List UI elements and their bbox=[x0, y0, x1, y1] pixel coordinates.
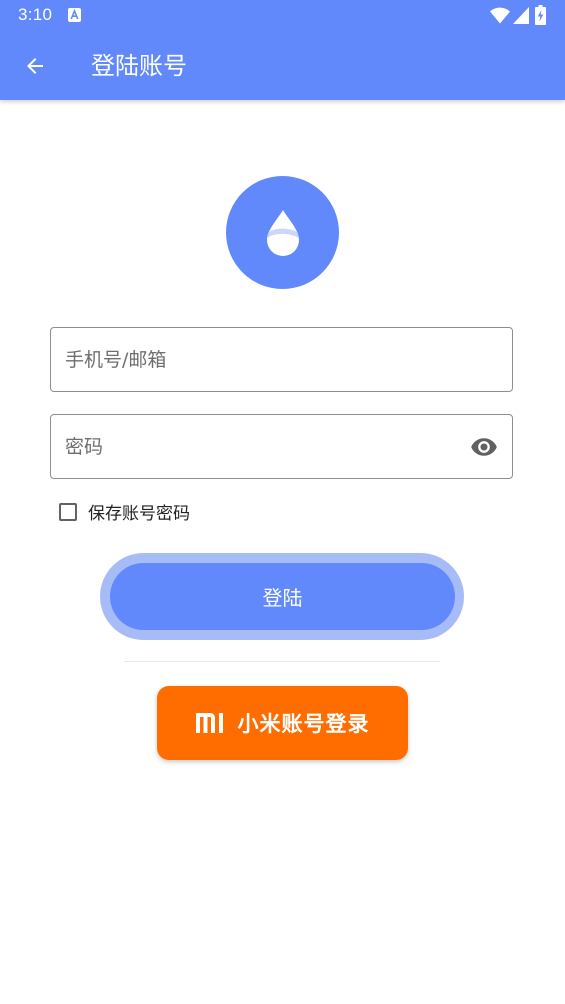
mi-account-login-button[interactable]: 小米账号登录 bbox=[157, 686, 408, 760]
eye-icon bbox=[471, 438, 497, 456]
toggle-password-visibility-button[interactable] bbox=[470, 433, 498, 461]
remember-checkbox[interactable] bbox=[59, 502, 77, 521]
status-time: 3:10 bbox=[18, 5, 53, 24]
water-drop-icon bbox=[266, 209, 299, 256]
back-button[interactable] bbox=[14, 46, 56, 86]
signal-icon bbox=[513, 7, 529, 24]
mi-logo-icon bbox=[195, 713, 223, 733]
wifi-icon bbox=[490, 7, 510, 24]
phone-email-input[interactable] bbox=[65, 328, 455, 391]
mi-login-label: 小米账号登录 bbox=[237, 712, 370, 736]
password-input[interactable] bbox=[65, 415, 455, 478]
remember-label: 保存账号密码 bbox=[88, 504, 190, 524]
remember-credentials[interactable]: 保存账号密码 bbox=[59, 499, 190, 524]
password-field[interactable] bbox=[50, 414, 513, 479]
arrow-back-icon bbox=[27, 58, 43, 74]
phone-email-field[interactable] bbox=[50, 327, 513, 392]
login-button[interactable]: 登陆 bbox=[110, 563, 455, 630]
app-logo bbox=[226, 176, 339, 289]
page-title: 登陆账号 bbox=[91, 52, 187, 80]
battery-charging-icon bbox=[535, 5, 546, 25]
app-bar: 3:10 登陆账号 bbox=[0, 0, 565, 100]
status-bar: 3:10 bbox=[0, 0, 565, 32]
notification-a-icon bbox=[68, 8, 81, 22]
divider bbox=[124, 661, 440, 662]
